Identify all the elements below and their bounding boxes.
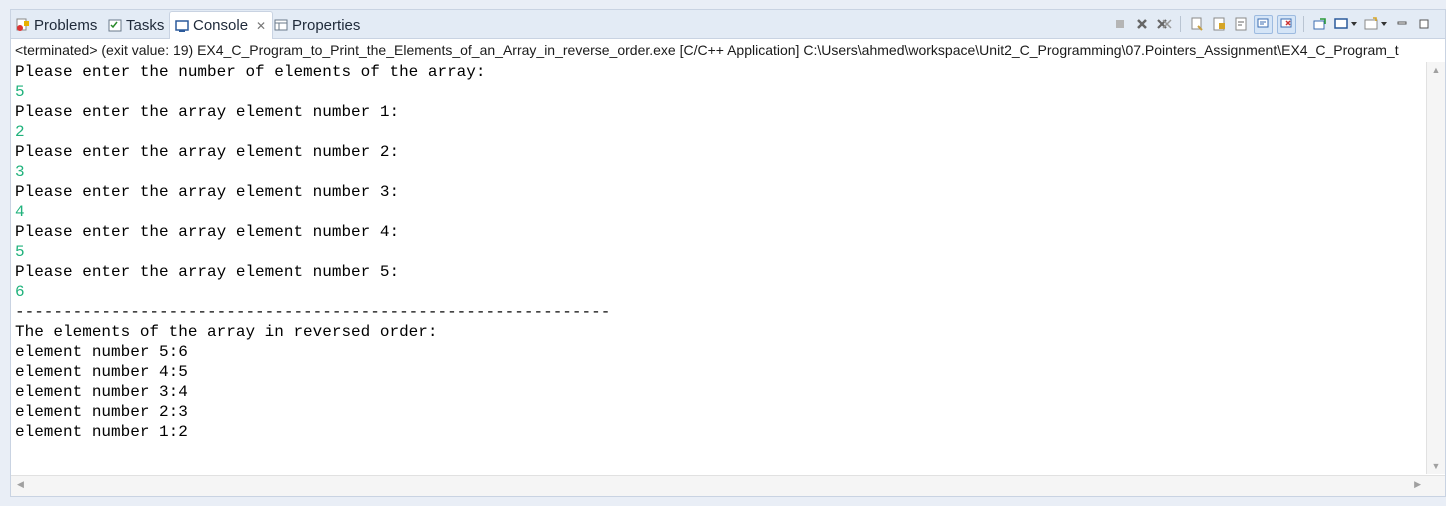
scroll-lock-icon[interactable] bbox=[1210, 15, 1228, 33]
properties-icon bbox=[273, 18, 288, 33]
tab-console[interactable]: Console ✕ bbox=[169, 11, 274, 39]
console-input-line: 5 bbox=[15, 243, 25, 261]
console-output[interactable]: Please enter the number of elements of t… bbox=[15, 62, 1425, 474]
console-output-line: element number 1:2 bbox=[15, 423, 188, 441]
console-output-line: Please enter the array element number 3: bbox=[15, 183, 400, 201]
tab-properties[interactable]: Properties bbox=[273, 12, 360, 38]
tab-problems[interactable]: Problems bbox=[15, 12, 97, 38]
remove-all-terminated-icon[interactable] bbox=[1155, 15, 1173, 33]
tab-label: Console bbox=[193, 17, 249, 34]
console-output-line: Please enter the array element number 2: bbox=[15, 143, 400, 161]
scroll-up-icon[interactable]: ▲ bbox=[1427, 65, 1445, 75]
console-input-line: 6 bbox=[15, 283, 25, 301]
maximize-icon[interactable] bbox=[1415, 15, 1433, 33]
show-on-stdout-icon[interactable] bbox=[1254, 14, 1273, 34]
console-output-line: Please enter the number of elements of t… bbox=[15, 63, 486, 81]
toolbar-separator bbox=[1180, 16, 1181, 32]
terminate-icon[interactable] bbox=[1111, 15, 1129, 33]
scroll-left-icon[interactable]: ◀ bbox=[17, 479, 24, 490]
tab-tasks[interactable]: Tasks bbox=[107, 12, 164, 38]
scroll-down-icon[interactable]: ▼ bbox=[1427, 461, 1445, 471]
scroll-right-icon[interactable]: ▶ bbox=[1414, 479, 1421, 490]
close-icon[interactable]: ✕ bbox=[256, 19, 266, 33]
launch-status-label: <terminated> (exit value: 19) EX4_C_Prog… bbox=[15, 42, 1399, 58]
console-output-line: Please enter the array element number 1: bbox=[15, 103, 400, 121]
tab-label: Properties bbox=[292, 16, 361, 34]
toolbar-separator bbox=[1303, 16, 1304, 32]
console-input-line: 3 bbox=[15, 163, 25, 181]
view-toolbar bbox=[1111, 14, 1433, 34]
minimize-icon[interactable] bbox=[1393, 15, 1411, 33]
console-input-line: 2 bbox=[15, 123, 25, 141]
console-view: Problems Tasks Console ✕ Properties <ter… bbox=[10, 9, 1446, 497]
console-output-line: element number 2:3 bbox=[15, 403, 188, 421]
console-output-line: ----------------------------------------… bbox=[15, 303, 611, 321]
tasks-icon bbox=[107, 18, 122, 33]
show-on-stderr-icon[interactable] bbox=[1277, 14, 1296, 34]
console-output-line: Please enter the array element number 5: bbox=[15, 263, 400, 281]
console-output-line: element number 4:5 bbox=[15, 363, 188, 381]
tab-label: Problems bbox=[34, 16, 98, 34]
remove-launch-icon[interactable] bbox=[1133, 15, 1151, 33]
vertical-scrollbar[interactable]: ▲ ▼ bbox=[1426, 62, 1445, 474]
console-output-line: Please enter the array element number 4: bbox=[15, 223, 400, 241]
word-wrap-icon[interactable] bbox=[1232, 15, 1250, 33]
open-console-icon[interactable] bbox=[1363, 15, 1389, 33]
console-input-line: 4 bbox=[15, 203, 25, 221]
console-input-line: 5 bbox=[15, 83, 25, 101]
tab-label: Tasks bbox=[126, 16, 165, 34]
pin-console-icon[interactable] bbox=[1311, 15, 1329, 33]
horizontal-scrollbar[interactable]: ◀ ▶ bbox=[11, 475, 1445, 496]
problems-icon bbox=[15, 18, 30, 33]
display-console-icon[interactable] bbox=[1333, 15, 1359, 33]
console-output-line: element number 3:4 bbox=[15, 383, 188, 401]
clear-console-icon[interactable] bbox=[1188, 15, 1206, 33]
console-icon bbox=[174, 18, 189, 33]
console-output-line: The elements of the array in reversed or… bbox=[15, 323, 438, 341]
console-output-line: element number 5:6 bbox=[15, 343, 188, 361]
view-tab-bar: Problems Tasks Console ✕ Properties bbox=[11, 10, 1445, 39]
